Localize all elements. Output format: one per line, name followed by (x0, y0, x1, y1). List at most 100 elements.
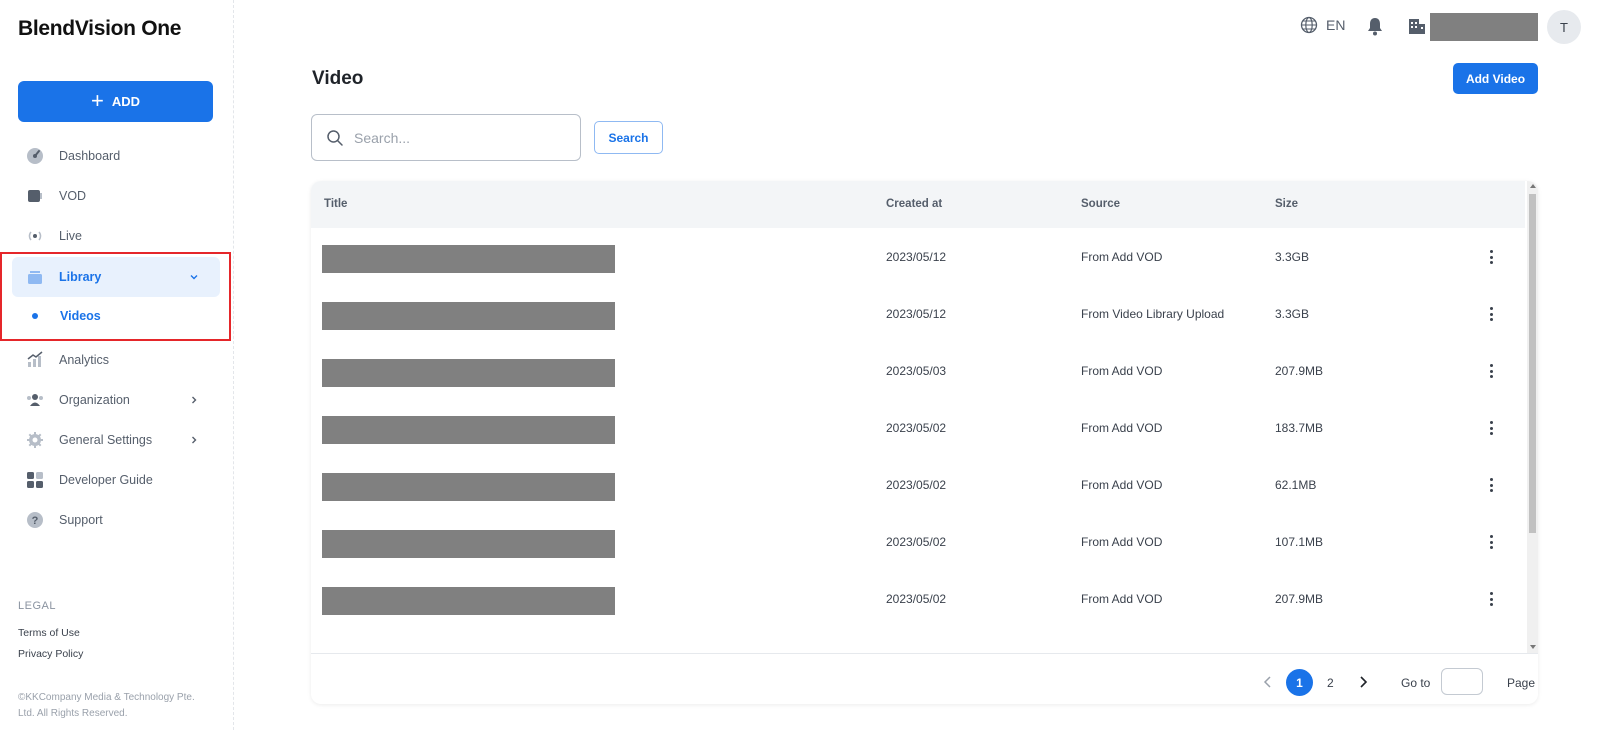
page-button-current[interactable]: 1 (1286, 669, 1313, 696)
analytics-icon (24, 349, 46, 371)
search-button[interactable]: Search (594, 121, 663, 154)
sidebar-item-label: VOD (59, 189, 87, 203)
sidebar-item-organization[interactable]: Organization (12, 380, 220, 420)
created-at-cell: 2023/05/02 (886, 535, 947, 549)
title-redacted[interactable] (322, 473, 615, 501)
column-header-size[interactable]: Size (1275, 198, 1298, 210)
add-button[interactable]: + ADD (18, 81, 213, 122)
scroll-down-arrow-icon[interactable] (1530, 645, 1536, 649)
title-redacted[interactable] (322, 245, 615, 273)
table-row[interactable]: 2023/05/02 From Add VOD 183.7MB (311, 399, 1525, 456)
table-row[interactable]: 2023/05/12 From Add VOD 3.3GB (311, 228, 1525, 285)
page-label: Page (1507, 676, 1536, 690)
dashboard-icon (24, 145, 46, 167)
size-cell: 62.1MB (1275, 478, 1317, 492)
more-options-icon[interactable] (1483, 305, 1499, 323)
table-scrollbar[interactable] (1527, 181, 1538, 653)
page-title: Video (312, 68, 364, 89)
goto-label: Go to (1401, 676, 1431, 690)
table-row[interactable]: 2023/05/02 From Add VOD 62.1MB (311, 456, 1525, 513)
more-options-icon[interactable] (1483, 533, 1499, 551)
column-header-source[interactable]: Source (1081, 198, 1120, 210)
more-options-icon[interactable] (1483, 476, 1499, 494)
organization-name-redacted[interactable] (1430, 13, 1538, 41)
created-at-cell: 2023/05/02 (886, 592, 947, 606)
privacy-policy-link[interactable]: Privacy Policy (18, 648, 83, 660)
user-avatar[interactable]: T (1547, 10, 1581, 44)
sidebar-item-label: Dashboard (59, 149, 121, 163)
goto-page-input[interactable] (1441, 668, 1483, 695)
title-redacted[interactable] (322, 587, 615, 615)
gear-icon (24, 429, 46, 451)
previous-page-icon[interactable] (1262, 675, 1274, 689)
more-options-icon[interactable] (1483, 590, 1499, 608)
sidebar-item-label: Organization (59, 393, 130, 407)
title-redacted[interactable] (322, 359, 615, 387)
add-video-button[interactable]: Add Video (1453, 63, 1538, 94)
sidebar-item-label: Live (59, 229, 82, 243)
sidebar-item-label: Analytics (59, 353, 110, 367)
more-options-icon[interactable] (1483, 362, 1499, 380)
copyright-text: ©KKCompany Media & Technology Pte. Ltd. … (18, 692, 195, 719)
created-at-cell: 2023/05/02 (886, 421, 947, 435)
source-cell: From Add VOD (1081, 478, 1163, 492)
globe-icon (1300, 16, 1318, 34)
size-cell: 3.3GB (1275, 250, 1310, 264)
chevron-right-icon (192, 396, 197, 404)
terms-of-use-link[interactable]: Terms of Use (18, 627, 80, 639)
title-redacted[interactable] (322, 416, 615, 444)
title-redacted[interactable] (322, 530, 615, 558)
sidebar-item-analytics[interactable]: Analytics (12, 340, 220, 380)
source-cell: From Add VOD (1081, 535, 1163, 549)
notification-bell-icon[interactable] (1366, 16, 1384, 41)
language-switcher[interactable]: EN (1300, 16, 1345, 34)
created-at-cell: 2023/05/12 (886, 250, 947, 264)
live-icon (24, 225, 46, 247)
source-cell: From Add VOD (1081, 364, 1163, 378)
table-footer-divider (311, 653, 1538, 654)
more-options-icon[interactable] (1483, 248, 1499, 266)
users-icon (24, 389, 46, 411)
chevron-right-icon (192, 436, 197, 444)
column-header-created-at[interactable]: Created at (886, 198, 942, 210)
sidebar-item-live[interactable]: Live (12, 216, 220, 256)
table-row[interactable]: 2023/05/02 From Add VOD 107.1MB (311, 513, 1525, 570)
highlight-box (0, 252, 231, 341)
table-row[interactable]: 2023/05/02 From Add VOD 207.9MB (311, 570, 1525, 627)
video-table: Title Created at Source Size 2023/05/12 … (311, 181, 1538, 704)
table-header: Title Created at Source Size (311, 181, 1525, 228)
svg-text:?: ? (32, 515, 39, 527)
sidebar-item-support[interactable]: ? Support (12, 500, 220, 540)
sidebar-item-developer-guide[interactable]: Developer Guide (12, 460, 220, 500)
source-cell: From Video Library Upload (1081, 307, 1225, 321)
table-row[interactable]: 2023/05/12 From Video Library Upload 3.3… (311, 285, 1525, 342)
scroll-thumb[interactable] (1529, 194, 1536, 533)
source-cell: From Add VOD (1081, 592, 1163, 606)
title-redacted[interactable] (322, 302, 615, 330)
source-cell: From Add VOD (1081, 250, 1163, 264)
search-field[interactable] (311, 114, 581, 161)
sidebar-item-label: General Settings (59, 433, 153, 447)
created-at-cell: 2023/05/12 (886, 307, 947, 321)
sidebar-item-dashboard[interactable]: Dashboard (12, 136, 220, 176)
scroll-up-arrow-icon[interactable] (1530, 184, 1536, 188)
search-input[interactable] (354, 129, 554, 146)
sidebar-item-general-settings[interactable]: General Settings (12, 420, 220, 460)
table-row[interactable]: 2023/05/03 From Add VOD 207.9MB (311, 342, 1525, 399)
sidebar: BlendVision One + ADD Dashboard VOD Live (0, 0, 234, 730)
created-at-cell: 2023/05/02 (886, 478, 947, 492)
search-icon (326, 129, 344, 147)
sidebar-item-label: Support (59, 513, 103, 527)
size-cell: 3.3GB (1275, 307, 1310, 321)
size-cell: 207.9MB (1275, 592, 1324, 606)
size-cell: 107.1MB (1275, 535, 1324, 549)
sidebar-item-vod[interactable]: VOD (12, 176, 220, 216)
organization-building-icon[interactable] (1408, 16, 1426, 41)
more-options-icon[interactable] (1483, 419, 1499, 437)
plus-icon: + (90, 87, 104, 113)
column-header-title[interactable]: Title (324, 198, 347, 210)
vod-icon (24, 185, 46, 207)
app-root: BlendVision One + ADD Dashboard VOD Live (0, 0, 1600, 730)
page-button[interactable]: 2 (1327, 676, 1334, 690)
next-page-icon[interactable] (1357, 675, 1369, 689)
